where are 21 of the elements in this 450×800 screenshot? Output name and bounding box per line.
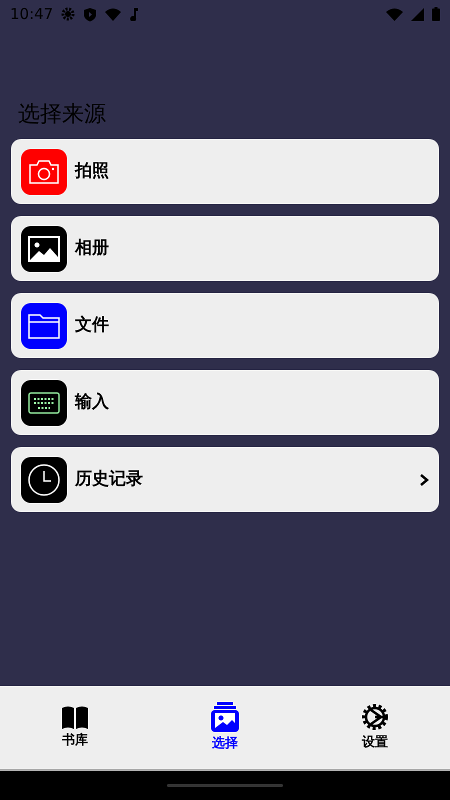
source-item[interactable]: 输入 — [11, 370, 439, 435]
signal-icon — [411, 8, 424, 20]
gear-icon — [361, 702, 389, 731]
status-time: 10:47 — [10, 4, 54, 25]
picture-icon — [211, 702, 239, 732]
book-icon — [61, 704, 89, 729]
source-item[interactable]: 拍照 — [11, 139, 439, 204]
page-title: 选择来源 — [18, 101, 107, 129]
source-item[interactable]: 相册 — [11, 216, 439, 281]
nav-tab[interactable]: 设置 — [300, 686, 450, 769]
nav-tab[interactable]: 书库 — [0, 686, 150, 769]
home-indicator[interactable] — [167, 784, 283, 787]
music-note-icon — [129, 7, 140, 21]
nav-tab[interactable]: 选择 — [150, 686, 300, 769]
wifi-icon — [105, 8, 122, 20]
source-item[interactable]: 文件 — [11, 293, 439, 358]
battery-icon — [432, 7, 440, 21]
gear-icon — [61, 7, 76, 21]
wifi-icon — [386, 8, 403, 20]
source-item[interactable]: 历史记录 — [11, 447, 439, 512]
shield-icon — [83, 6, 98, 22]
